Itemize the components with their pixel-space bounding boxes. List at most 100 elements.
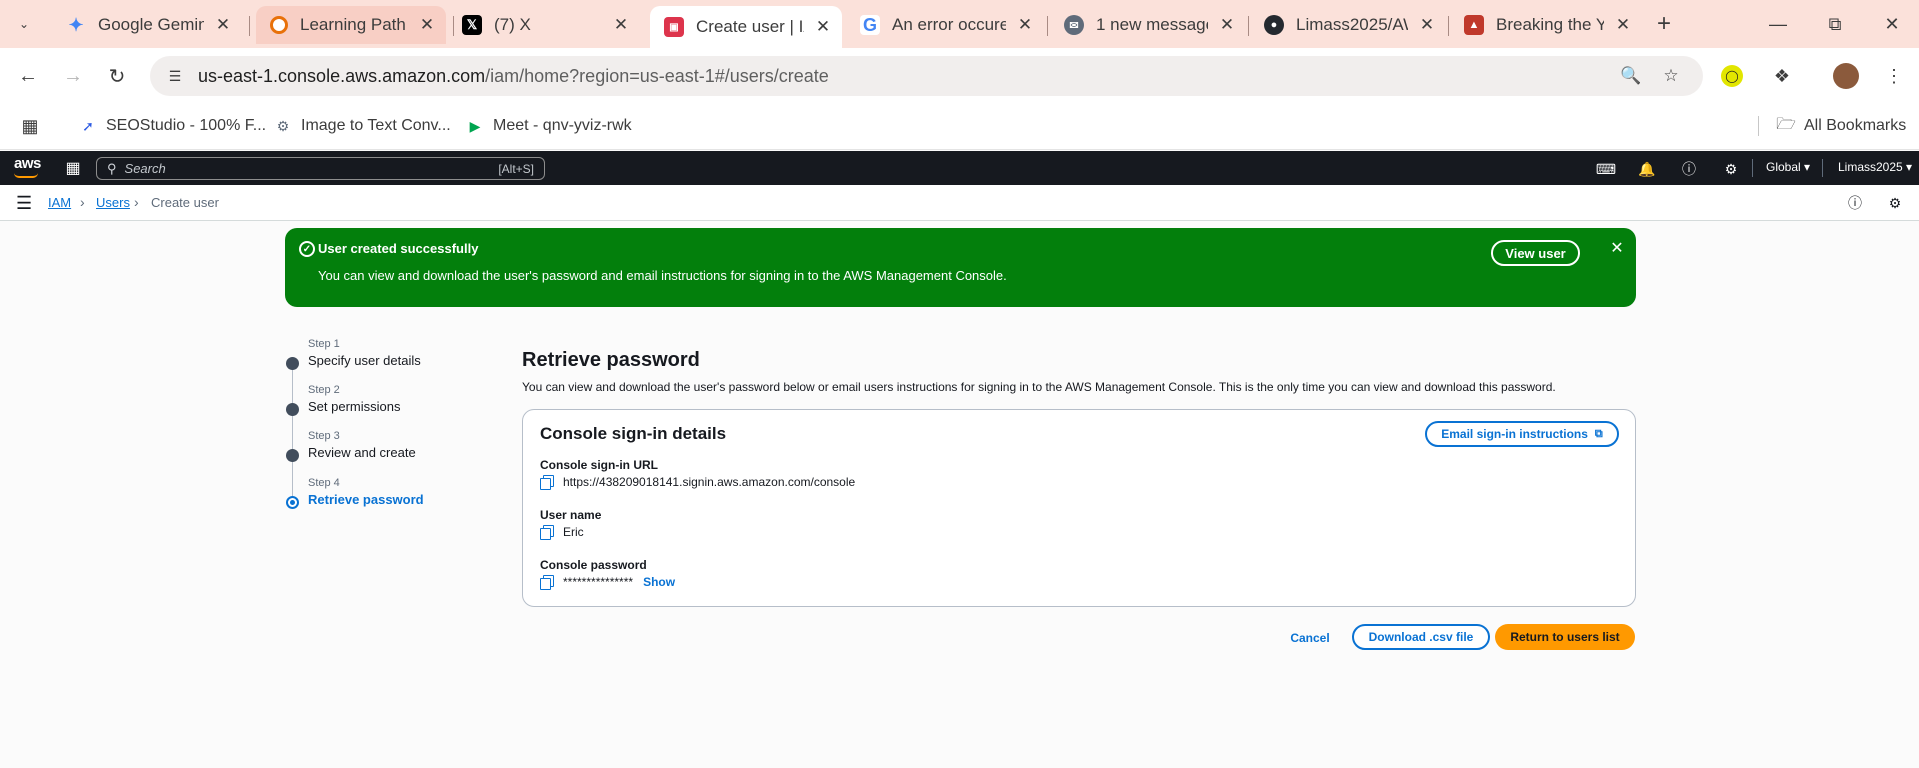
reload-icon[interactable]: ↻ [102, 61, 132, 91]
bookmark-label: Image to Text Conv... [301, 117, 451, 134]
new-tab-plus-icon[interactable]: + [1650, 10, 1678, 38]
all-bookmarks[interactable]: 🗁 All Bookmarks [1776, 114, 1906, 138]
close-icon[interactable]: ✕ [1607, 238, 1627, 258]
apps-grid-icon[interactable]: ▦ [20, 114, 48, 138]
step-number: Step 4 [308, 477, 340, 489]
tab-title: 1 new message [1096, 15, 1208, 34]
aws-top-nav: aws ▦ ⚲ Search [Alt+S] ⌨ 🔔 ⓘ ⚙ Global ▾ … [0, 151, 1919, 185]
region-menu[interactable]: Global ▾ [1766, 160, 1810, 174]
tab-close-icon[interactable]: ✕ [416, 14, 438, 36]
step-dot-icon [286, 449, 299, 462]
browser-tab-error[interactable]: G An error occured ✕ [846, 6, 1044, 44]
tab-title: Limass2025/AWS [1296, 15, 1408, 34]
tab-close-icon[interactable]: ✕ [1612, 14, 1634, 36]
aws-search-input[interactable]: ⚲ Search [Alt+S] [96, 157, 545, 180]
step-2[interactable]: Step 2 Set permissions [280, 384, 460, 424]
console-password-value: *************** Show [540, 573, 675, 591]
gemini-icon: ✦ [68, 14, 84, 35]
back-arrow-icon[interactable]: ← [13, 61, 43, 91]
card-title: Console sign-in details [540, 424, 727, 443]
url-host: us-east-1.console.aws.amazon.com [198, 65, 486, 86]
return-to-users-list-button[interactable]: Return to users list [1495, 624, 1635, 650]
info-icon[interactable]: ⓘ [1846, 194, 1864, 212]
tab-close-icon[interactable]: ✕ [812, 16, 834, 38]
account-menu[interactable]: Limass2025 ▾ [1838, 160, 1912, 174]
services-grid-icon[interactable]: ▦ [64, 159, 82, 177]
site-info-icon[interactable]: ☰ [162, 63, 188, 89]
step-4: Step 4 Retrieve password [280, 477, 460, 517]
step-label: Set permissions [308, 399, 401, 414]
step-dot-icon [286, 357, 299, 370]
tab-close-icon[interactable]: ✕ [1216, 14, 1238, 36]
extension-icon[interactable]: ◯ [1721, 65, 1743, 87]
console-password-label: Console password [540, 558, 647, 572]
browser-tab-x[interactable]: 𝕏 (7) X ✕ [448, 6, 640, 44]
close-window-icon[interactable]: ✕ [1872, 8, 1912, 40]
settings-gear-icon[interactable]: ⚙ [1721, 159, 1741, 179]
browser-menu-icon[interactable]: ⋮ [1880, 62, 1908, 90]
download-csv-button[interactable]: Download .csv file [1352, 624, 1490, 650]
zoom-icon[interactable]: 🔍 [1619, 64, 1643, 88]
copy-icon[interactable] [540, 575, 554, 590]
feedback-icon[interactable]: ⚙ [1886, 194, 1904, 212]
breadcrumb-users[interactable]: Users [96, 195, 130, 210]
browser-tab-gemini[interactable]: ✦ Google Gemini ✕ [52, 6, 242, 44]
sign-in-url-text[interactable]: https://438209018141.signin.aws.amazon.c… [563, 475, 855, 489]
tab-separator [1448, 16, 1449, 36]
tab-close-icon[interactable]: ✕ [1014, 14, 1036, 36]
hamburger-menu-icon[interactable]: ☰ [16, 193, 32, 214]
aws-logo[interactable]: aws [14, 155, 41, 172]
minimize-icon[interactable]: — [1758, 8, 1798, 40]
forward-arrow-icon[interactable]: → [58, 61, 88, 91]
seo-icon: ➚ [82, 117, 94, 134]
step-active-dot-icon [286, 496, 299, 509]
github-icon: ● [1264, 15, 1284, 35]
bookmarks-bar: ▦ ➚ SEOStudio - 100% F... ⚙ Image to Tex… [0, 102, 1919, 150]
search-icon: ⚲ [107, 160, 117, 176]
tab-close-icon[interactable]: ✕ [1416, 14, 1438, 36]
browser-toolbar: ← → ↻ ☰ us-east-1.console.aws.amazon.com… [0, 48, 1919, 102]
all-bookmarks-label: All Bookmarks [1804, 117, 1907, 134]
copy-icon[interactable] [540, 525, 554, 540]
bookmark-meet[interactable]: ▶ Meet - qnv-yviz-rwk [465, 114, 632, 138]
show-password-link[interactable]: Show [643, 575, 675, 589]
nav-divider [1752, 159, 1753, 177]
view-user-button[interactable]: View user [1491, 240, 1580, 266]
browser-tab-learning-path[interactable]: Learning Path | C ✕ [256, 6, 446, 44]
cancel-button[interactable]: Cancel [1282, 626, 1338, 650]
tab-separator [1047, 16, 1048, 36]
password-masked-text: *************** [563, 575, 634, 589]
browser-tab-message[interactable]: ✉ 1 new message ✕ [1050, 6, 1246, 44]
step-1[interactable]: Step 1 Specify user details [280, 338, 460, 378]
browser-tab-github[interactable]: ● Limass2025/AWS ✕ [1250, 6, 1446, 44]
bookmark-image-to-text[interactable]: ⚙ Image to Text Conv... [273, 114, 451, 138]
step-label: Retrieve password [308, 492, 424, 507]
address-bar[interactable]: ☰ us-east-1.console.aws.amazon.com/iam/h… [150, 56, 1703, 96]
tab-search-chevron-icon[interactable]: ⌄ [10, 10, 38, 38]
step-3[interactable]: Step 3 Review and create [280, 430, 460, 470]
bookmarks-divider [1758, 116, 1759, 136]
user-name-label: User name [540, 508, 602, 522]
bookmark-seostudio[interactable]: ➚ SEOStudio - 100% F... [78, 114, 266, 138]
notifications-bell-icon[interactable]: 🔔 [1637, 159, 1657, 179]
browser-tab-article[interactable]: ▲ Breaking the Yok ✕ [1450, 6, 1642, 44]
tab-close-icon[interactable]: ✕ [212, 14, 234, 36]
tab-separator [249, 16, 250, 36]
tab-close-icon[interactable]: ✕ [610, 14, 632, 36]
copy-icon[interactable] [540, 475, 554, 490]
help-icon[interactable]: ⓘ [1679, 159, 1699, 179]
step-number: Step 2 [308, 384, 340, 396]
bookmark-star-icon[interactable]: ☆ [1659, 64, 1683, 88]
browser-tab-create-user-iam[interactable]: ▣ Create user | IAM ✕ [650, 6, 842, 48]
aws-logo-smile [14, 173, 38, 178]
extensions-puzzle-icon[interactable]: ❖ [1768, 62, 1796, 90]
restore-icon[interactable]: ⧉ [1815, 8, 1855, 40]
cloudshell-icon[interactable]: ⌨ [1596, 159, 1616, 179]
email-sign-in-instructions-button[interactable]: Email sign-in instructions ⧉ [1425, 421, 1619, 447]
breadcrumb-iam[interactable]: IAM [48, 195, 71, 210]
chevron-right-icon: › [80, 194, 85, 210]
user-name-text: Eric [563, 525, 584, 539]
profile-avatar[interactable] [1833, 63, 1859, 89]
console-sign-in-details-card: Console sign-in details Email sign-in in… [522, 409, 1636, 607]
flash-message: You can view and download the user's pas… [318, 268, 1007, 283]
